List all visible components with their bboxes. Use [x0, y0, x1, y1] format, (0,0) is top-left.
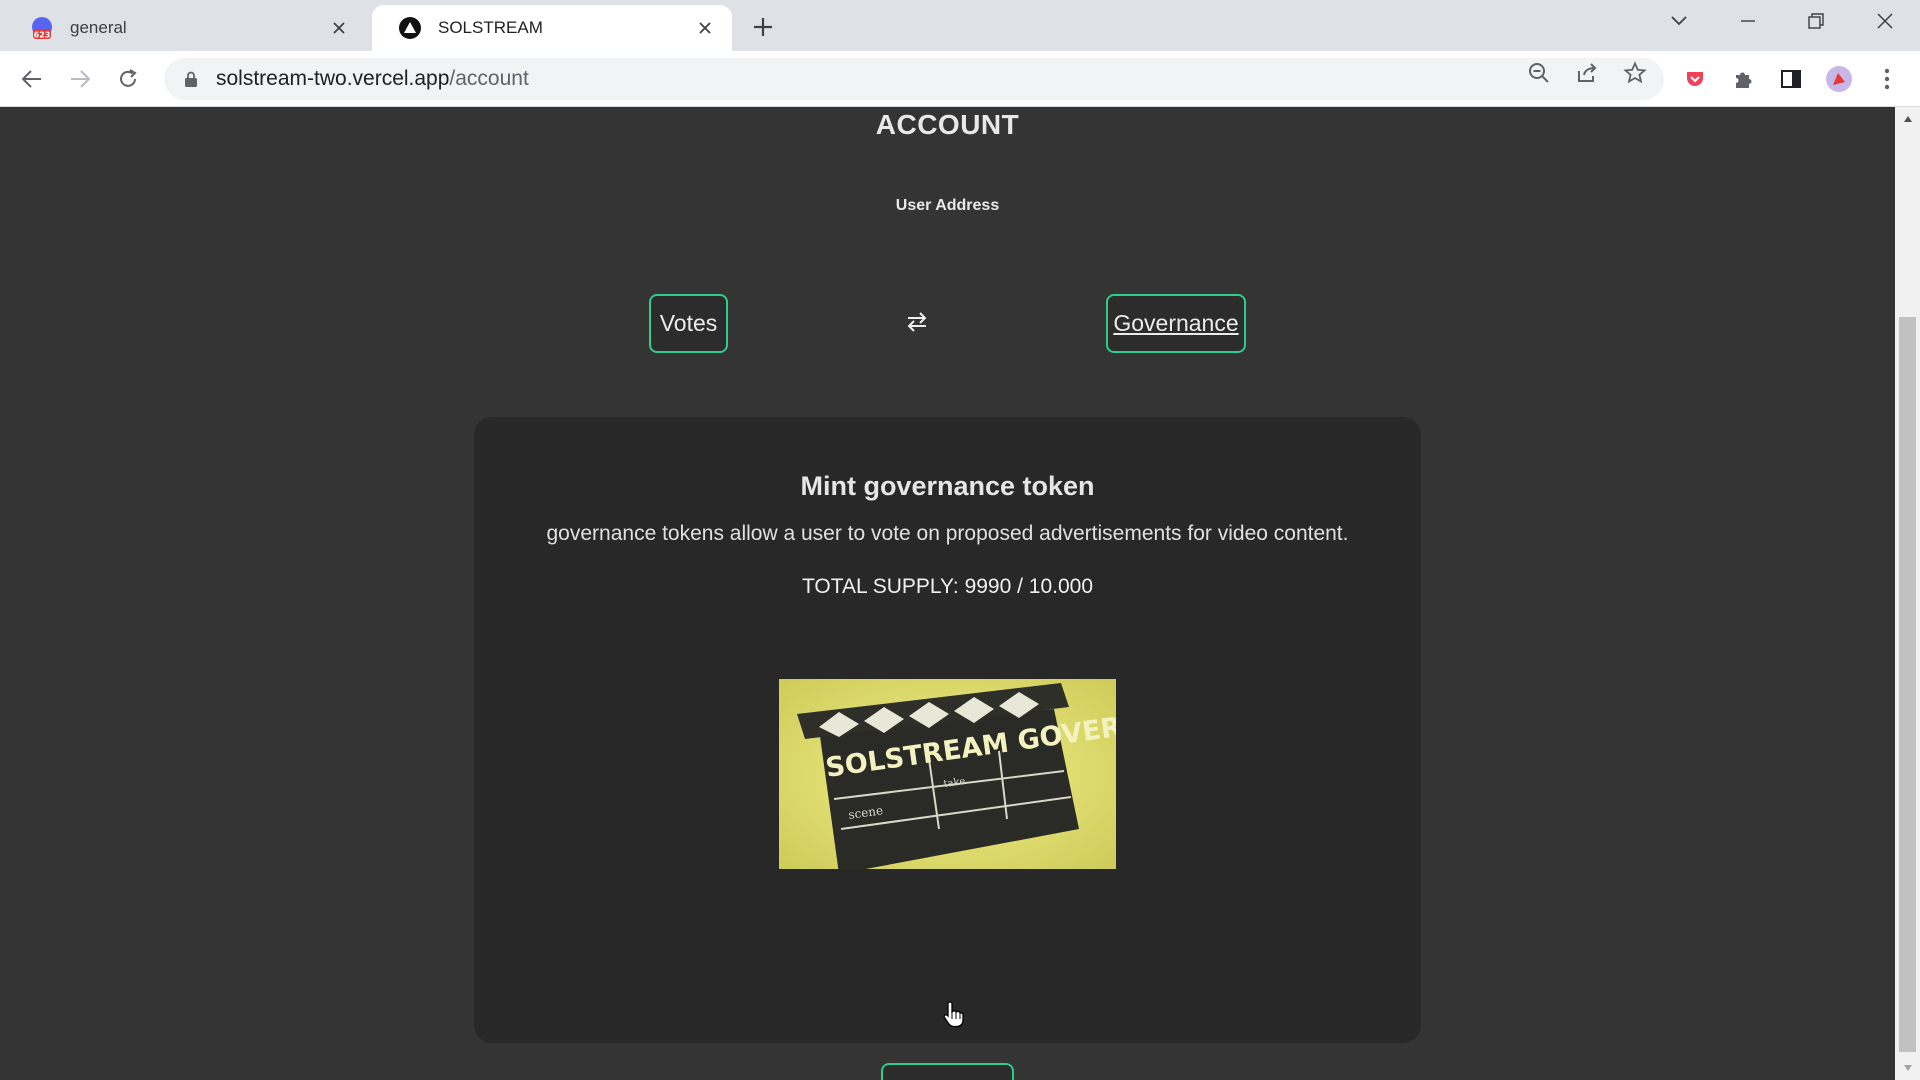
lock-icon[interactable]: [182, 70, 200, 88]
forward-arrow-icon[interactable]: [64, 63, 96, 95]
side-panel-icon[interactable]: [1777, 65, 1805, 93]
restore-icon[interactable]: [1796, 6, 1836, 36]
browser-toolbar: solstream-two.vercel.app/account: [0, 51, 1920, 107]
page-scrollbar[interactable]: [1895, 107, 1920, 1080]
minimize-icon[interactable]: [1728, 6, 1768, 36]
total-supply-text: TOTAL SUPPLY: 9990 / 10.000: [801, 575, 1094, 598]
pocket-extension-icon[interactable]: [1681, 65, 1709, 93]
tab-bar: 623 general SOLSTREAM: [0, 0, 1920, 51]
profile-avatar-icon[interactable]: [1825, 65, 1853, 93]
governance-token-image: SOLSTREAM GOVERNOR scene take: [779, 679, 1116, 869]
share-icon[interactable]: [1574, 60, 1600, 86]
close-window-icon[interactable]: [1865, 6, 1905, 36]
mint-token-button[interactable]: Mint Token: [881, 1063, 1014, 1080]
swap-arrows-icon[interactable]: [902, 307, 932, 337]
back-arrow-icon[interactable]: [16, 63, 48, 95]
mint-card-title: Mint governance token: [800, 471, 1095, 501]
governance-button[interactable]: Governance: [1106, 294, 1246, 353]
scroll-up-arrow-icon[interactable]: [1895, 107, 1920, 131]
scroll-down-arrow-icon[interactable]: [1895, 1056, 1920, 1080]
votes-button[interactable]: Votes: [649, 294, 728, 353]
tab-title: SOLSTREAM: [438, 18, 543, 37]
svg-text:623: 623: [34, 31, 51, 40]
reload-icon[interactable]: [112, 63, 144, 95]
address-bar[interactable]: solstream-two.vercel.app/account: [164, 58, 1664, 100]
tab-general[interactable]: 623 general: [4, 5, 366, 51]
zoom-out-icon[interactable]: [1526, 60, 1552, 86]
url-path: /account: [449, 67, 529, 90]
page-content: ACCOUNT User Address Votes Governance Mi…: [0, 107, 1895, 1080]
scrollbar-thumb[interactable]: [1899, 317, 1916, 1052]
tab-title: general: [70, 18, 127, 37]
hand-cursor-icon: [943, 1000, 965, 1028]
vercel-favicon-icon: [398, 16, 422, 40]
mint-card-description: governance tokens allow a user to vote o…: [546, 522, 1349, 545]
tab-solstream[interactable]: SOLSTREAM: [372, 5, 732, 51]
url-host: solstream-two.vercel.app: [216, 67, 450, 90]
page-title: ACCOUNT: [875, 109, 1020, 140]
close-tab-icon[interactable]: [694, 17, 716, 39]
new-tab-icon[interactable]: [748, 12, 778, 42]
mint-card: Mint governance token governance tokens …: [474, 417, 1421, 1080]
extensions-puzzle-icon[interactable]: [1729, 65, 1757, 93]
more-menu-icon[interactable]: [1873, 65, 1901, 93]
close-tab-icon[interactable]: [328, 17, 350, 39]
tab-search-chevron-icon[interactable]: [1659, 6, 1699, 36]
bookmark-star-icon[interactable]: [1622, 60, 1648, 86]
url-text: solstream-two.vercel.app/account: [216, 67, 529, 91]
discord-favicon-icon: 623: [30, 16, 54, 40]
user-address-label: User Address: [895, 197, 1000, 214]
